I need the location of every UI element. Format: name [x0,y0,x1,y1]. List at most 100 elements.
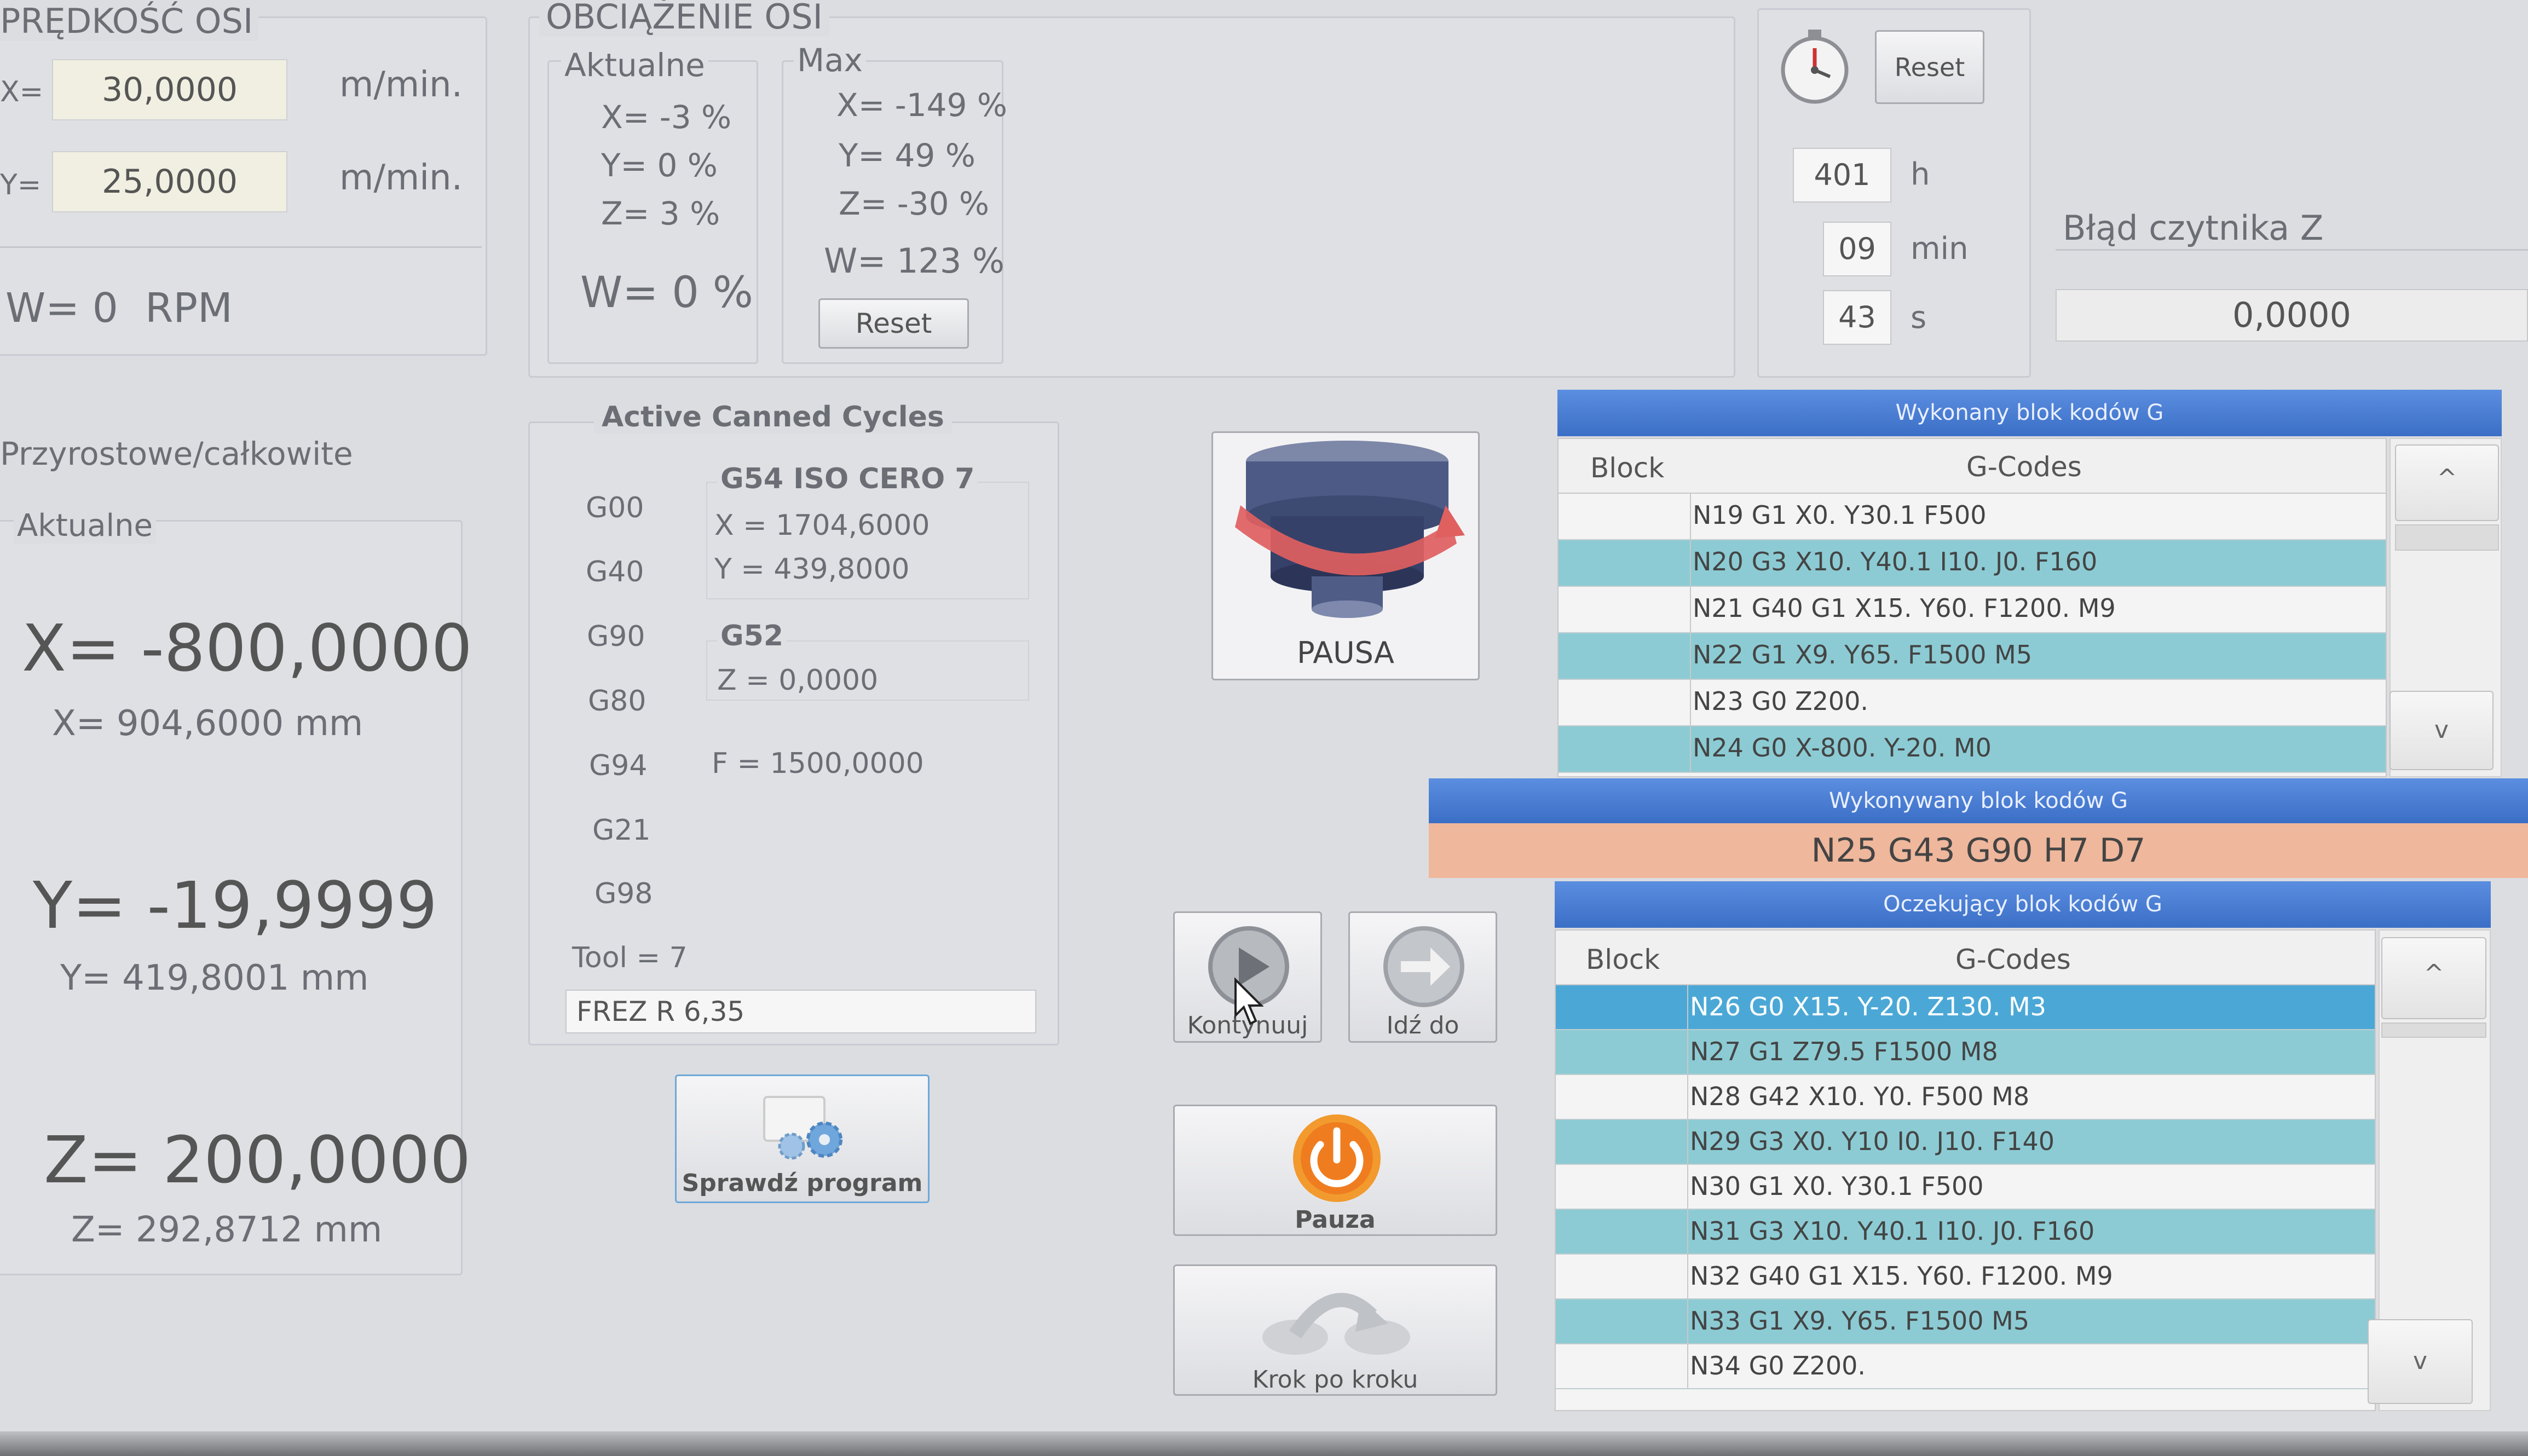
cycle-code-g21: G21 [592,814,651,847]
pause-button[interactable]: Pauza [1173,1105,1497,1236]
load-max-y: Y= 49 % [839,137,976,174]
load-current-y: Y= 0 % [601,147,718,184]
load-current-z: Z= 3 % [601,195,720,232]
timer-hours: 401 [1793,148,1891,203]
pending-col-gcodes: G-Codes [1955,944,2071,975]
table-row[interactable]: N24 G0 X-800. Y-20. M0 [1559,726,2386,773]
load-reset-button[interactable]: Reset [818,298,969,349]
pending-block-header: Oczekujący blok kodów G [1555,881,2491,928]
timer-minutes-unit: min [1911,231,1969,267]
table-row[interactable]: N19 G1 X0. Y30.1 F500 [1559,494,2386,540]
position-y-main: Y= -19,9999 [33,868,437,943]
reader-error-value: 0,0000 [2056,289,2528,342]
position-current-title: Aktualne [14,508,157,544]
load-current-title: Aktualne [561,47,708,84]
axis-load-title: OBCIĄŻENIE OSI [539,0,829,37]
axis-speed-title: PRĘDKOŚĆ OSI [0,1,259,41]
cycle-code-g90: G90 [587,620,645,653]
reader-divider [2056,249,2528,251]
table-row[interactable]: N33 G1 X9. Y65. F1500 M5 [1556,1299,2375,1344]
pending-scroll-up-button[interactable]: ^ [2381,937,2486,1019]
pause-graphic-button[interactable]: PAUSA [1211,431,1480,680]
executed-col-gcodes: G-Codes [1966,451,2082,483]
cycle-code-g98: G98 [595,877,653,910]
spindle-speed: W= 0 [5,285,118,332]
table-row[interactable]: N27 G1 Z79.5 F1500 M8 [1556,1030,2375,1075]
load-max-z: Z= -30 % [839,185,990,222]
speed-y-value: 25,0000 [52,151,287,212]
pending-col-block: Block [1586,944,1660,975]
pause-label: Pauza [1295,1206,1376,1234]
executed-scroll-thumb[interactable] [2395,524,2499,551]
cycle-code-g80: G80 [588,685,647,718]
step-button[interactable]: Krok po kroku [1173,1264,1497,1396]
executed-scroll-up-button[interactable]: ^ [2395,444,2499,521]
executed-scroll-down-button[interactable]: v [2390,691,2494,770]
timer-reset-button[interactable]: Reset [1875,30,1984,104]
pending-scroll-down-button[interactable]: v [2368,1319,2473,1404]
load-max-w: W= 123 % [824,241,1005,281]
table-row[interactable]: N20 G3 X10. Y40.1 I10. J0. F160 [1559,540,2386,587]
cycle-code-g94: G94 [589,749,648,782]
executed-table-header: Block G-Codes [1559,439,2386,494]
table-row[interactable]: N29 G3 X0. Y10 I0. J10. F140 [1556,1120,2375,1165]
goto-label: Idź do [1386,1012,1459,1039]
arrow-right-icon [1380,923,1468,1010]
g54-y: Y = 439,8000 [714,553,910,586]
check-program-label: Sprawdź program [682,1169,923,1197]
tool-number: Tool = 7 [572,941,688,974]
table-row[interactable]: N26 G0 X15. Y-20. Z130. M3 [1556,985,2375,1030]
speed-x-unit: m/min. [339,65,463,105]
load-current-w: W= 0 % [580,268,753,317]
table-row[interactable]: N28 G42 X10. Y0. F500 M8 [1556,1075,2375,1120]
position-x-main: X= -800,0000 [22,610,472,686]
timer-seconds-unit: s [1911,300,1927,336]
g54-title: G54 ISO CERO 7 [717,463,978,495]
table-row[interactable]: N30 G1 X0. Y30.1 F500 [1556,1165,2375,1210]
table-row[interactable]: N21 G40 G1 X15. Y60. F1200. M9 [1559,587,2386,633]
step-arrow-icon [1251,1272,1421,1365]
speed-y-label: Y= [0,169,42,201]
mouse-cursor-icon [1233,977,1266,1026]
table-row[interactable]: N32 G40 G1 X15. Y60. F1200. M9 [1556,1255,2375,1299]
load-current-x: X= -3 % [601,99,732,136]
g52-title: G52 [717,620,787,652]
timer-seconds: 43 [1823,290,1891,345]
feed-rate: F = 1500,0000 [712,747,924,780]
goto-button[interactable]: Idź do [1348,911,1497,1043]
table-row[interactable]: N34 G0 Z200. [1556,1344,2375,1389]
load-max-title: Max [794,42,866,79]
step-label: Krok po kroku [1252,1366,1418,1394]
position-z-main: Z= 200,0000 [44,1122,471,1198]
position-y-sub: Y= 419,8001 mm [60,958,369,998]
pending-scroll-thumb[interactable] [2381,1022,2486,1038]
cycle-code-g40: G40 [586,556,644,588]
current-block-header: Wykonywany blok kodów G [1429,778,2528,823]
g54-x: X = 1704,6000 [714,509,930,542]
spindle-speed-unit: RPM [145,285,233,332]
stopwatch-icon [1771,22,1859,109]
speed-x-label: X= [0,76,44,108]
speed-y-unit: m/min. [339,158,463,198]
executed-col-block: Block [1590,452,1665,484]
table-row[interactable]: N23 G0 Z200. [1559,680,2386,726]
position-z-sub: Z= 292,8712 mm [71,1210,383,1250]
table-row[interactable]: N31 G3 X10. Y40.1 I10. J0. F160 [1556,1210,2375,1255]
check-program-button[interactable]: Sprawdź program [675,1074,930,1203]
current-block-code: N25 G43 G90 H7 D7 [1429,823,2528,878]
tool-name: FREZ R 6,35 [565,990,1036,1033]
timer-minutes: 09 [1823,222,1891,276]
screen-bottom-edge [0,1431,2528,1456]
g52-z: Z = 0,0000 [717,664,879,697]
table-row[interactable]: N22 G1 X9. Y65. F1500 M5 [1559,633,2386,680]
load-max-x: X= -149 % [836,86,1007,124]
executed-table: Block G-Codes N19 G1 X0. Y30.1 F500 N20 … [1557,438,2387,777]
spindle-icon [1230,440,1465,626]
pause-graphic-label: PAUSA [1297,635,1394,670]
position-mode-title: Przyrostowe/całkowite [0,435,353,472]
speed-divider [0,246,482,248]
cycle-code-g00: G00 [586,492,644,524]
power-icon [1290,1112,1383,1205]
timer-hours-unit: h [1911,157,1930,192]
position-x-sub: X= 904,6000 mm [52,703,363,744]
